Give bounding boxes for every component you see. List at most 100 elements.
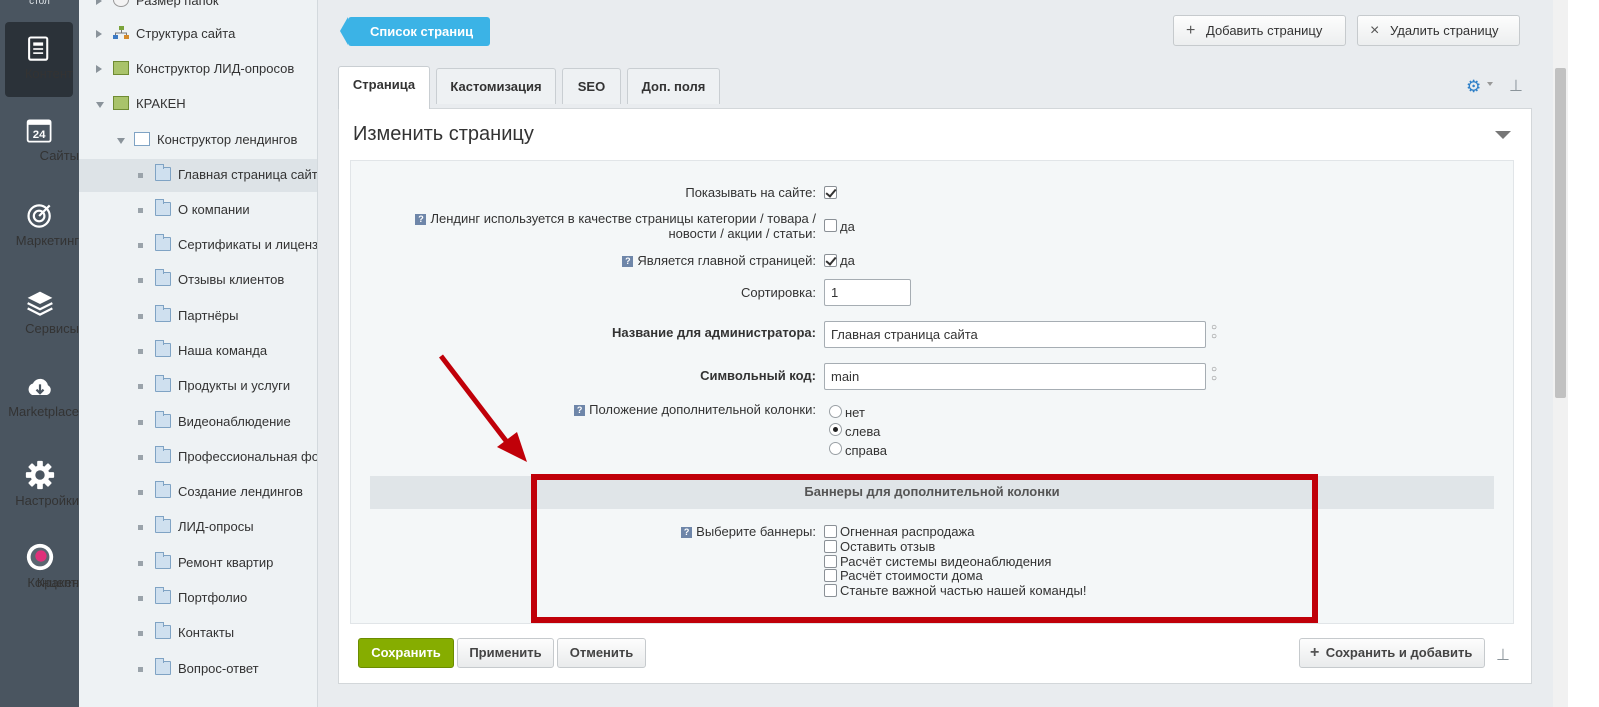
column-radio-right[interactable] bbox=[829, 442, 842, 455]
column-option-left: слева bbox=[845, 424, 881, 439]
tree-item[interactable]: Профессиональная фото bbox=[79, 441, 318, 474]
nav-item-settings[interactable]: Настройки bbox=[0, 459, 79, 507]
pin-icon[interactable]: ⊥ bbox=[1496, 645, 1510, 665]
tree-item-label: Конструктор лендингов bbox=[157, 132, 298, 147]
folder-icon bbox=[155, 199, 171, 216]
landing-category-checkbox[interactable] bbox=[824, 219, 837, 232]
sort-label: Сортировка: bbox=[741, 285, 816, 300]
bullet bbox=[138, 243, 143, 248]
tree-item[interactable]: Портфолио bbox=[79, 582, 317, 615]
tree-item-kraken[interactable]: КРАКЕН bbox=[79, 88, 317, 121]
tree-item-label: О компании bbox=[178, 202, 250, 217]
expand-arrow-icon[interactable] bbox=[96, 0, 102, 5]
left-nav-bar: стол Контент 24 Сайты Маркетинг Сервисы … bbox=[0, 0, 79, 707]
delete-page-button[interactable]: × Удалить страницу bbox=[1357, 15, 1520, 46]
bullet bbox=[138, 278, 143, 283]
folder-icon bbox=[155, 375, 171, 392]
code-input[interactable] bbox=[824, 363, 1206, 390]
chevron-down-icon[interactable] bbox=[1487, 82, 1493, 86]
bullet bbox=[138, 667, 143, 672]
tree-item-site-structure[interactable]: Структура сайта bbox=[79, 18, 317, 51]
column-radio-left[interactable] bbox=[829, 423, 842, 436]
site-icon bbox=[113, 96, 129, 110]
translit-link-icon[interactable]: ○ ○ bbox=[1209, 323, 1219, 345]
highlight-box bbox=[531, 474, 1318, 623]
nav-item-kraken[interactable]: Концепт. Кракен bbox=[0, 541, 79, 589]
tree-item-label: Партнёры bbox=[178, 308, 239, 323]
is-main-value: да bbox=[840, 253, 855, 268]
landing-category-value: да bbox=[840, 219, 855, 234]
save-button[interactable]: Сохранить bbox=[358, 638, 454, 668]
tree-item-label: Продукты и услуги bbox=[178, 378, 291, 393]
tree-item-lead-builder[interactable]: Конструктор ЛИД-опросов bbox=[79, 53, 317, 86]
gear-icon bbox=[25, 460, 54, 490]
help-icon[interactable]: ? bbox=[415, 214, 427, 225]
column-radio-none[interactable] bbox=[829, 405, 842, 418]
show-on-site-label: Показывать на сайте: bbox=[685, 185, 816, 200]
landing-category-label-line2: новости / акции / статьи: bbox=[668, 226, 816, 241]
collapse-arrow-icon[interactable] bbox=[96, 102, 104, 108]
cancel-button[interactable]: Отменить bbox=[557, 638, 646, 668]
collapse-icon[interactable] bbox=[1495, 131, 1511, 139]
tree-item[interactable]: Вопрос-ответ bbox=[79, 653, 317, 686]
show-on-site-checkbox[interactable] bbox=[824, 186, 837, 199]
folder-icon bbox=[155, 340, 171, 357]
add-page-button[interactable]: + Добавить страницу bbox=[1173, 15, 1346, 46]
help-icon[interactable]: ? bbox=[574, 405, 586, 416]
nav-item-label: Сервисы bbox=[25, 321, 79, 336]
save-and-add-label: Сохранить и добавить bbox=[1325, 645, 1473, 660]
tree-item[interactable]: Ремонт квартир bbox=[79, 547, 317, 580]
tree-item[interactable]: О компании bbox=[79, 194, 317, 227]
pin-icon[interactable]: ⊥ bbox=[1509, 76, 1523, 96]
tree-item-main-page[interactable]: Главная страница сайта bbox=[79, 159, 317, 192]
expand-arrow-icon[interactable] bbox=[96, 65, 102, 73]
translit-link-icon[interactable]: ○ ○ bbox=[1209, 365, 1219, 387]
nav-item-label: Настройки bbox=[15, 493, 79, 508]
column-option-none: нет bbox=[845, 405, 865, 420]
apply-button[interactable]: Применить bbox=[457, 638, 554, 668]
expand-arrow-icon[interactable] bbox=[96, 30, 102, 38]
folder-icon bbox=[155, 516, 171, 533]
tree-item[interactable]: Продукты и услуги bbox=[79, 370, 317, 403]
tree-item-label: Конструктор ЛИД-опросов bbox=[136, 61, 295, 76]
tree-item-folder-size[interactable]: Размер папок bbox=[79, 0, 317, 18]
leftbar-top-label[interactable]: стол bbox=[0, 0, 79, 10]
save-and-add-button[interactable]: + Сохранить и добавить bbox=[1299, 638, 1485, 668]
sort-input[interactable] bbox=[824, 279, 911, 306]
tree-item[interactable]: Наша команда bbox=[79, 335, 317, 368]
disk-icon bbox=[113, 0, 129, 7]
nav-item-label-line2: Кракен bbox=[36, 575, 79, 590]
is-main-checkbox[interactable] bbox=[824, 254, 837, 267]
tree-item-label: Размер папок bbox=[136, 0, 219, 8]
delete-page-label: Удалить страницу bbox=[1390, 23, 1499, 38]
nav-item-content[interactable]: Контент bbox=[5, 22, 73, 97]
tree-item-label: Контакты bbox=[178, 625, 235, 640]
nav-item-services[interactable]: Сервисы bbox=[0, 289, 79, 335]
nav-item-sites[interactable]: 24 Сайты bbox=[0, 116, 79, 162]
tree-item-label: Профессиональная фото bbox=[178, 449, 318, 464]
settings-gear-icon[interactable]: ⚙ bbox=[1466, 77, 1481, 97]
bullet bbox=[138, 314, 143, 319]
tree-item-label: Вопрос-ответ bbox=[178, 661, 259, 676]
tree-item[interactable]: Контакты bbox=[79, 617, 317, 650]
nav-item-marketing[interactable]: Маркетинг bbox=[0, 201, 79, 247]
bullet bbox=[138, 561, 143, 566]
tree-item-label: Видеонаблюдение bbox=[178, 414, 291, 429]
nav-item-marketplace[interactable]: Marketplace bbox=[0, 372, 79, 418]
folder-icon bbox=[155, 658, 171, 675]
scrollbar-thumb[interactable] bbox=[1555, 68, 1566, 398]
tree-item[interactable]: Отзывы клиентов bbox=[79, 264, 317, 297]
tree-item-landing-builder[interactable]: Конструктор лендингов bbox=[79, 124, 317, 157]
nav-item-label: Маркетинг bbox=[15, 233, 79, 248]
tree-item[interactable]: Сертификаты и лицензии bbox=[79, 229, 317, 262]
tree-item[interactable]: Партнёры bbox=[79, 300, 317, 333]
collapse-arrow-icon[interactable] bbox=[117, 138, 125, 144]
tree-item[interactable]: Создание лендингов bbox=[79, 476, 317, 509]
help-icon[interactable]: ? bbox=[622, 256, 634, 267]
bullet bbox=[138, 384, 143, 389]
admin-name-input[interactable] bbox=[824, 321, 1206, 348]
tree-item[interactable]: ЛИД-опросы bbox=[79, 511, 317, 544]
tree-item-label: Отзывы клиентов bbox=[178, 272, 285, 287]
tree-item[interactable]: Видеонаблюдение bbox=[79, 406, 317, 439]
tab-page[interactable]: Страница bbox=[338, 66, 430, 109]
